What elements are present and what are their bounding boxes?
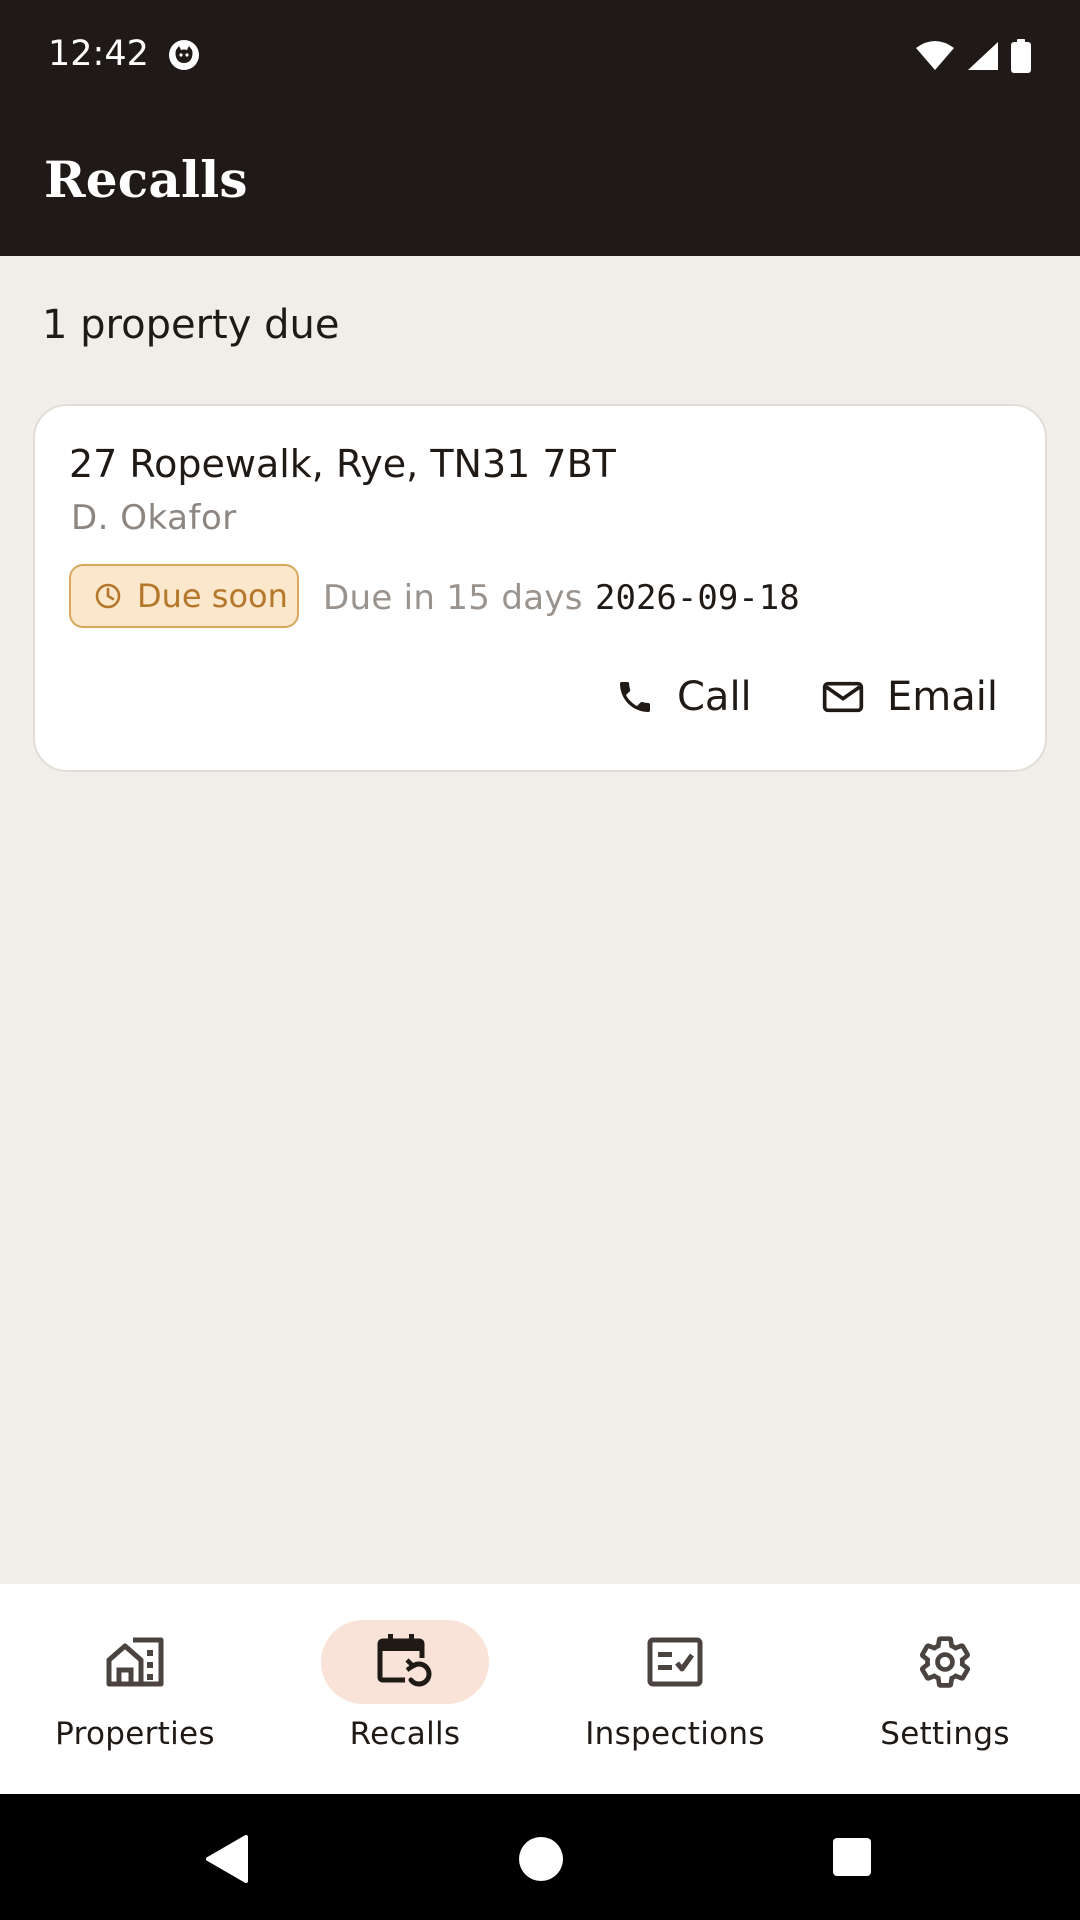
nav-label-settings: Settings (880, 1716, 1010, 1752)
status-badge: Due soon (69, 564, 299, 628)
nav-indicator (321, 1620, 489, 1704)
recall-card[interactable]: 27 Ropewalk, Rye, TN31 7BT D. Okafor Due… (33, 404, 1047, 772)
due-date: 2026-09-18 (595, 578, 800, 618)
home-circle-icon[interactable] (518, 1836, 564, 1882)
system-navigation-bar (0, 1794, 1080, 1920)
clock-icon (95, 583, 121, 609)
status-icons (914, 36, 1032, 76)
app-bar: Recalls (0, 110, 1080, 256)
nav-item-settings[interactable]: Settings (810, 1584, 1080, 1794)
phone-icon (620, 682, 650, 712)
cat-notification-icon (169, 40, 199, 70)
recall-summary: 1 property due (42, 302, 340, 348)
nav-indicator (591, 1620, 759, 1704)
due-countdown: Due in 15 days (323, 578, 583, 618)
page-title: Recalls (44, 150, 248, 209)
nav-item-recalls[interactable]: Recalls (270, 1584, 540, 1794)
signal-icon (968, 42, 998, 70)
checklist-icon (647, 1637, 703, 1687)
property-address: 27 Ropewalk, Rye, TN31 7BT (69, 442, 616, 486)
status-bar: 12:42 (0, 0, 1080, 110)
nav-item-properties[interactable]: Properties (0, 1584, 270, 1794)
property-owner: D. Okafor (71, 498, 237, 538)
wifi-icon (916, 41, 954, 70)
nav-label-inspections: Inspections (585, 1716, 765, 1752)
calendar-refresh-icon (377, 1634, 432, 1687)
status-time: 12:42 (48, 34, 149, 74)
home-building-icon (106, 1637, 164, 1687)
nav-label-properties: Properties (55, 1716, 215, 1752)
recents-square-icon[interactable] (832, 1837, 872, 1877)
nav-item-inspections[interactable]: Inspections (540, 1584, 810, 1794)
call-button-label: Call (677, 674, 752, 720)
gear-icon (919, 1636, 971, 1688)
call-button[interactable]: Call (615, 662, 752, 732)
mail-icon (822, 681, 864, 713)
nav-indicator (51, 1620, 219, 1704)
email-button-label: Email (887, 674, 998, 720)
email-button[interactable]: Email (821, 662, 998, 732)
nav-indicator (861, 1620, 1029, 1704)
back-icon[interactable] (204, 1834, 250, 1884)
nav-label-recalls: Recalls (349, 1716, 461, 1752)
status-badge-label: Due soon (137, 577, 288, 615)
bottom-navigation: Properties Recalls Inspections Settings (0, 1584, 1080, 1794)
battery-icon (1011, 39, 1031, 73)
